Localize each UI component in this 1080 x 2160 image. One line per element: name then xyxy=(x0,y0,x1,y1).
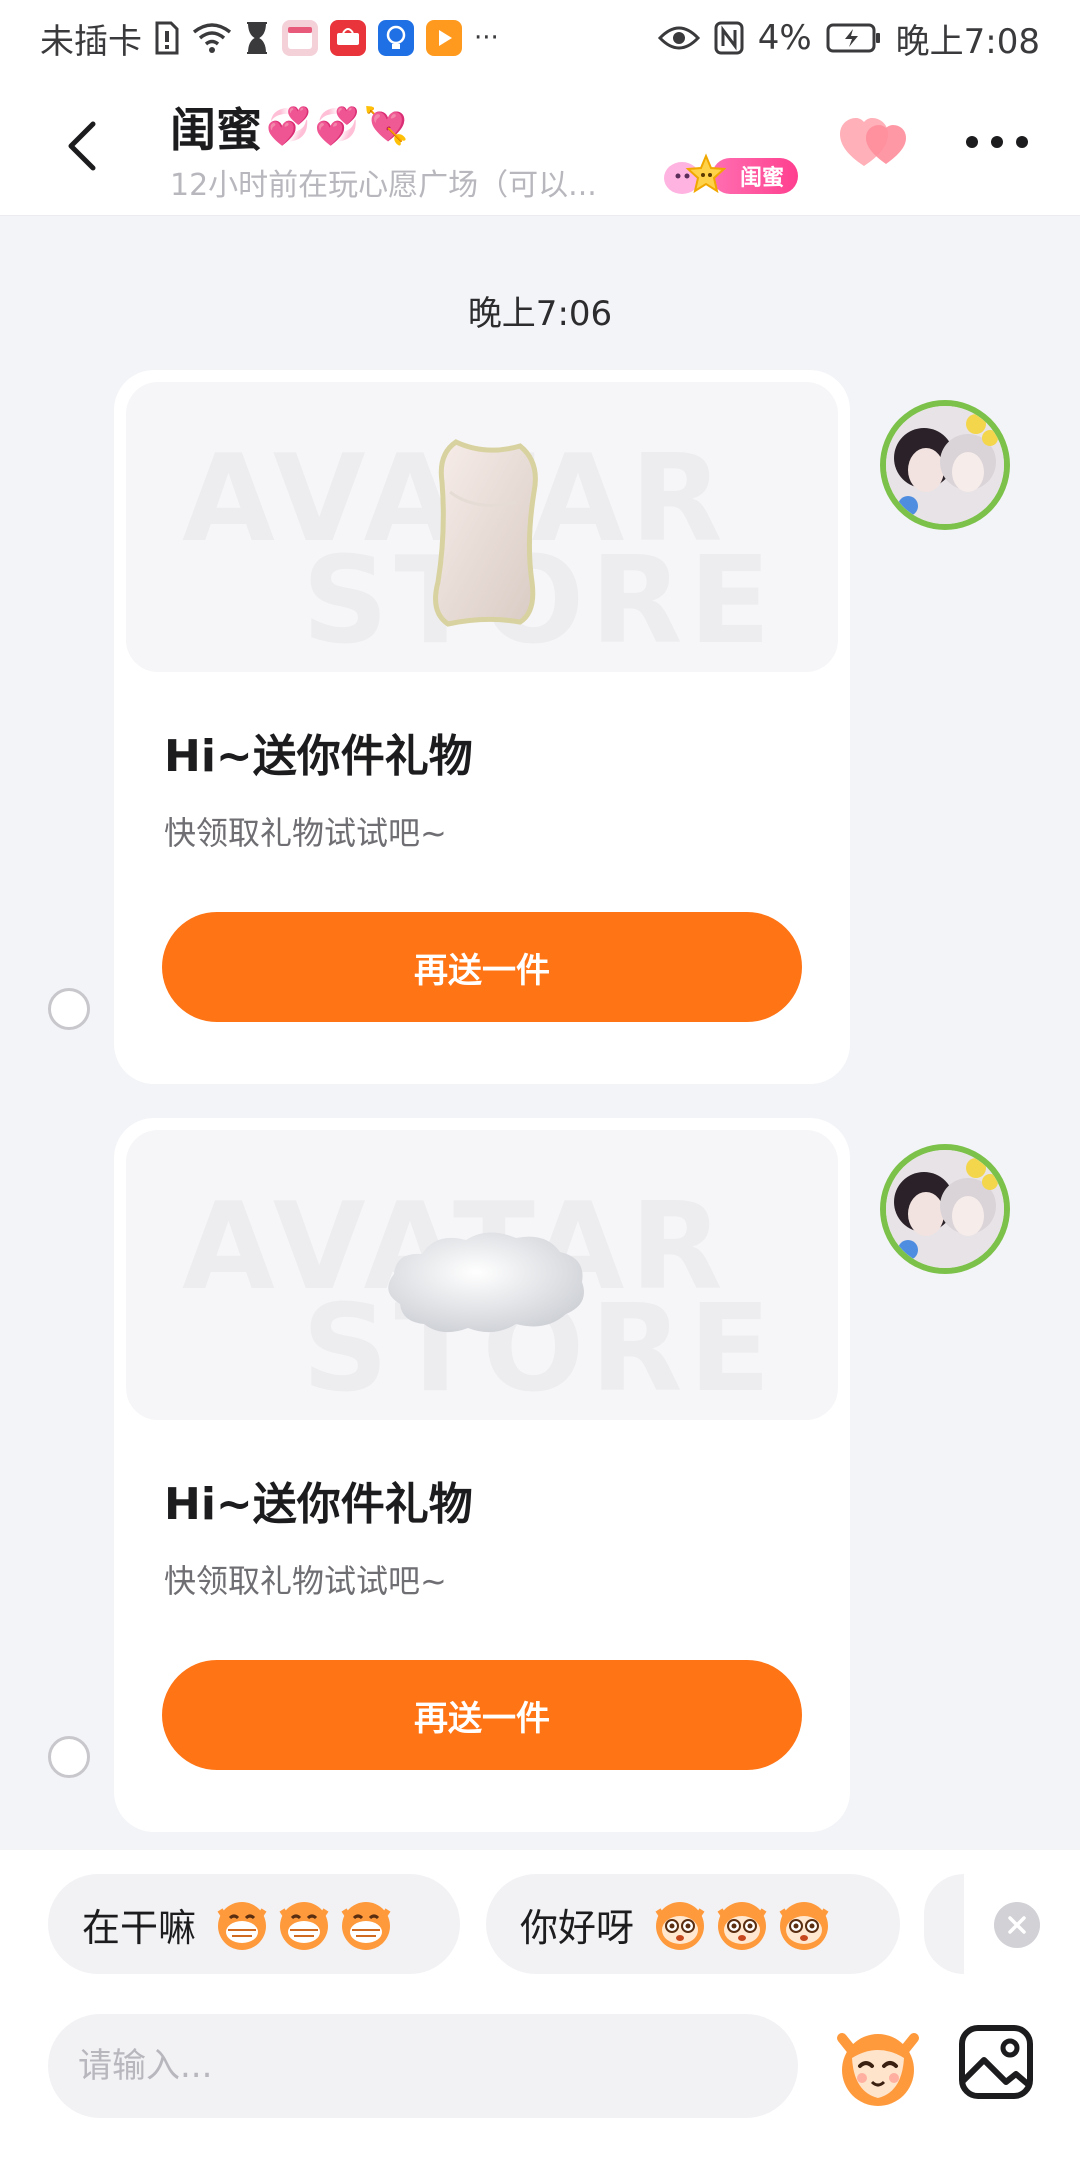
more-dot xyxy=(966,136,978,148)
grinning-mascot-icon xyxy=(341,1902,391,1950)
intimacy-hearts-icon[interactable] xyxy=(838,114,918,174)
quick-reply-text: 你好呀 xyxy=(520,1905,635,1950)
quick-reply-chip[interactable]: 在干嘛 xyxy=(48,1874,460,1974)
more-dot xyxy=(1016,136,1028,148)
surprised-mascot-icon xyxy=(717,1902,767,1950)
pillow-gift-icon xyxy=(433,439,538,627)
online-status: 12小时前在玩心愿广场（可以... xyxy=(170,168,597,203)
send-another-button[interactable]: 再送一件 xyxy=(162,1660,802,1770)
cloud-gift-icon xyxy=(388,1232,584,1333)
contact-title[interactable]: 闺蜜 💞 💞 💘 xyxy=(170,94,408,160)
gift-subtitle: 快领取礼物试试吧~ xyxy=(164,1562,447,1600)
status-bar: 未插卡 ··· 4% 晚上7:08 xyxy=(0,0,1080,76)
quick-replies-bar: 在干嘛 你好呀 xyxy=(0,1850,1080,2006)
quick-reply-text: 在干嘛 xyxy=(82,1905,197,1950)
surprised-mascot-icon xyxy=(655,1902,705,1950)
quick-reply-chip-partial[interactable] xyxy=(924,1874,964,1974)
contact-name: 闺蜜 xyxy=(170,103,262,157)
quick-reply-chip[interactable]: 你好呀 xyxy=(486,1874,900,1974)
message-select-radio[interactable] xyxy=(48,1736,90,1778)
more-options-button[interactable] xyxy=(962,112,1032,172)
clock-time: 晚上7:08 xyxy=(895,21,1040,62)
battery-charging-icon xyxy=(826,23,882,53)
input-bar xyxy=(0,2006,1080,2160)
mascot-emoji-button[interactable] xyxy=(830,2018,926,2114)
video-app-icon xyxy=(426,20,462,56)
gift-title: Hi~送你件礼物 xyxy=(164,731,473,782)
heart-arrow-icon: 💘 xyxy=(363,106,409,147)
more-notifications-icon: ··· xyxy=(474,23,499,53)
shop-app-icon xyxy=(282,20,318,56)
surprised-mascot-icon xyxy=(779,1902,829,1950)
nfc-icon xyxy=(714,21,744,55)
battery-percent: 4% xyxy=(757,18,812,58)
gift-preview[interactable]: AVATAR STORE xyxy=(126,382,838,672)
gift-card[interactable]: AVATAR STORE Hi~送你件礼物 快领取礼物试试吧~ 再送一件 xyxy=(114,370,850,1084)
revolving-hearts-icon: 💞 xyxy=(314,106,360,147)
gift-preview[interactable]: AVATAR STORE xyxy=(126,1130,838,1420)
status-right: 4% 晚上7:08 xyxy=(657,14,1040,63)
avatar-photo xyxy=(886,1150,1004,1268)
chat-screen: 未插卡 ··· 4% 晚上7:08 闺蜜 💞 💞 💘 12小时前在玩心愿广场（可… xyxy=(0,0,1080,2160)
wifi-icon xyxy=(192,22,232,54)
eye-icon xyxy=(657,24,700,52)
quick-reply-emojis xyxy=(652,1896,832,1952)
gift-title: Hi~送你件礼物 xyxy=(164,1479,473,1530)
sim-card-icon xyxy=(154,21,180,55)
hourglass-icon xyxy=(244,21,270,55)
message-input[interactable] xyxy=(48,2014,798,2118)
close-quick-replies-button[interactable] xyxy=(994,1902,1040,1948)
sim-status-text: 未插卡 xyxy=(40,21,142,62)
gift-subtitle: 快领取礼物试试吧~ xyxy=(164,814,447,852)
image-picker-icon[interactable] xyxy=(954,2020,1038,2104)
close-icon xyxy=(1008,1916,1026,1934)
message-timestamp: 晚上7:06 xyxy=(467,294,613,334)
grinning-mascot-icon xyxy=(279,1902,329,1950)
grinning-mascot-icon xyxy=(217,1902,267,1950)
quick-reply-emojis xyxy=(214,1896,394,1952)
mall-app-icon xyxy=(330,20,366,56)
status-left: 未插卡 ··· xyxy=(40,14,499,63)
avatar[interactable] xyxy=(880,1144,1010,1274)
avatar-photo xyxy=(886,406,1004,524)
back-button[interactable] xyxy=(52,112,112,180)
chevron-left-icon xyxy=(68,121,96,171)
avatar[interactable] xyxy=(880,400,1010,530)
send-another-button[interactable]: 再送一件 xyxy=(162,912,802,1022)
message-list[interactable]: 晚上7:06 AVATAR STORE xyxy=(0,216,1080,1850)
revolving-hearts-icon: 💞 xyxy=(266,106,311,147)
more-dot xyxy=(991,136,1003,148)
bulb-app-icon xyxy=(378,20,414,56)
gift-card[interactable]: AVATAR STORE Hi~送你件礼物 快领取礼物试试吧~ 再送一件 xyxy=(114,1118,850,1832)
relation-badge[interactable]: 闺蜜 xyxy=(660,153,799,198)
message-select-radio[interactable] xyxy=(48,988,90,1030)
star-mascot-icon xyxy=(664,153,727,194)
chat-header: 闺蜜 💞 💞 💘 12小时前在玩心愿广场（可以... 闺蜜 xyxy=(0,76,1080,216)
